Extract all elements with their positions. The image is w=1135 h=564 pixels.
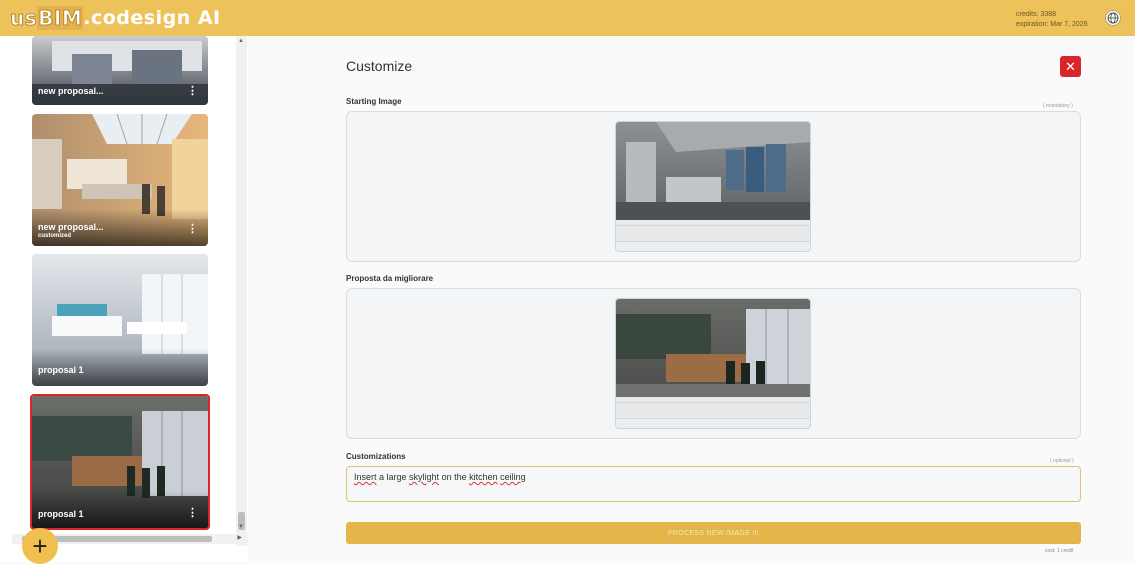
page-title: Customize — [346, 58, 413, 74]
more-options-icon[interactable]: ⋮ — [187, 506, 198, 519]
proposal-status: customized — [38, 233, 72, 239]
proposal-name: proposal 1 — [38, 509, 84, 519]
starting-image-label: Starting Image — [346, 97, 402, 106]
proposal-card-selected[interactable]: proposal 1 ⋮ — [30, 394, 210, 530]
app-logo[interactable]: us BIM .codesign AI — [9, 6, 221, 31]
image-card-footer-secondary — [616, 241, 810, 251]
globe-icon[interactable] — [1105, 10, 1121, 26]
logo-bim: BIM — [37, 6, 84, 31]
more-options-icon[interactable]: ⋮ — [187, 84, 198, 97]
text-segment: a large — [376, 472, 410, 482]
text-segment: ceiling — [500, 472, 526, 482]
add-proposal-button[interactable]: + — [22, 528, 58, 564]
top-bar: us BIM .codesign AI credits: 3388 expirati… — [0, 0, 1135, 36]
account-info: credits: 3388 expiration: Mar 7, 2026 — [1016, 10, 1088, 30]
starting-image-card[interactable] — [615, 121, 811, 252]
text-segment: Insert — [354, 472, 377, 482]
logo-text: .codesign AI — [83, 7, 221, 29]
logo-us: us — [9, 6, 38, 31]
text-segment: skylight — [409, 472, 440, 482]
text-segment: kitchen — [469, 472, 498, 482]
image-card-footer-secondary — [616, 418, 810, 428]
proposal-image-preview — [616, 299, 810, 397]
proposal-image-card[interactable] — [615, 298, 811, 429]
proposal-name: new proposal... — [38, 222, 104, 232]
cost-note: cost: 1 credit — [1045, 548, 1074, 554]
scroll-right-arrow-icon[interactable]: ▶ — [237, 534, 242, 541]
image-card-footer — [616, 402, 810, 418]
scroll-up-arrow-icon[interactable]: ▲ — [238, 38, 244, 44]
starting-image-preview — [616, 122, 810, 220]
process-new-image-button[interactable]: PROCESS NEW IMAGE !!! — [346, 522, 1081, 544]
scroll-down-arrow-icon[interactable]: ▼ — [238, 524, 244, 530]
proposal-card[interactable]: new proposal... customized ⋮ — [32, 114, 208, 246]
customizations-label: Customizations — [346, 452, 406, 461]
proposal-label: Proposta da migliorare — [346, 274, 434, 283]
proposal-card[interactable]: new proposal... ⋮ — [32, 36, 208, 105]
more-options-icon[interactable]: ⋮ — [187, 222, 198, 235]
proposal-name: new proposal... — [38, 86, 104, 96]
proposal-name: proposal 1 — [38, 365, 84, 375]
credits-count: credits: 3388 — [1016, 11, 1057, 18]
close-button[interactable]: ✕ — [1060, 56, 1081, 77]
customizations-input[interactable]: Insert a large skylight on the kitchen c… — [346, 466, 1081, 502]
proposal-card[interactable]: proposal 1 — [32, 254, 208, 386]
text-segment: on the — [439, 472, 470, 482]
optional-hint: ( optional ) — [1050, 458, 1074, 464]
image-card-footer — [616, 225, 810, 241]
expiration-date: expiration: Mar 7, 2026 — [1016, 21, 1088, 28]
mandatory-hint: ( mandatory ) — [1043, 103, 1073, 109]
sidebar-vertical-scrollbar[interactable]: ▲ ▼ — [236, 36, 247, 546]
